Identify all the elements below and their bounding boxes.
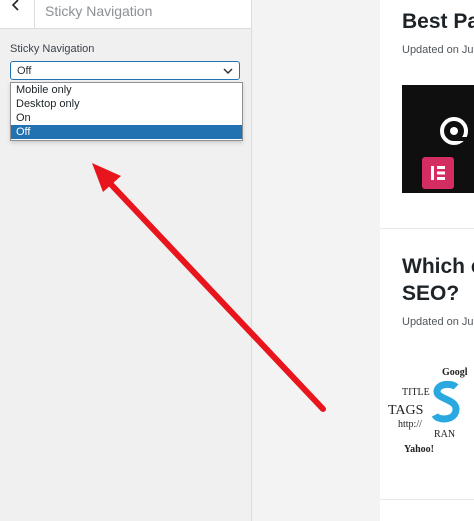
chevron-left-icon: [11, 0, 19, 11]
customizer-panel: Sticky Navigation Sticky Navigation Off …: [0, 0, 252, 521]
preview-content: Best Pa Updated on Jur Which c SEO? Upda…: [380, 0, 474, 521]
post-thumbnail[interactable]: [402, 85, 474, 193]
post-divider: [380, 228, 474, 229]
elementor-icon: [422, 157, 454, 189]
post-title[interactable]: Which c: [402, 253, 474, 280]
post-title-line2[interactable]: SEO?: [402, 280, 459, 307]
select-current-value: Off: [17, 65, 32, 77]
seo-letter-graphic: [432, 381, 460, 423]
seo-word: http://: [398, 419, 422, 430]
seo-word: Yahoo!: [404, 444, 435, 455]
back-button[interactable]: [0, 0, 35, 28]
seo-word: TITLE: [402, 387, 430, 398]
option-mobile-only[interactable]: Mobile only: [11, 83, 242, 97]
site-preview: Best Pa Updated on Jur Which c SEO? Upda…: [252, 0, 474, 521]
sticky-navigation-label: Sticky Navigation: [10, 43, 95, 55]
option-off[interactable]: Off: [11, 125, 242, 139]
post-meta: Updated on Jur: [402, 316, 474, 328]
post-title[interactable]: Best Pa: [402, 8, 474, 35]
seo-word: Googl: [442, 367, 468, 378]
seo-word: TAGS: [388, 403, 424, 418]
logo-icon: [440, 117, 470, 145]
post-meta: Updated on Jur: [402, 44, 474, 56]
sticky-navigation-select[interactable]: Off: [10, 61, 240, 80]
chevron-down-icon: [223, 68, 233, 75]
option-desktop-only[interactable]: Desktop only: [11, 97, 242, 111]
seo-word: RAN: [434, 429, 456, 440]
post-divider: [380, 499, 474, 500]
panel-header: Sticky Navigation: [0, 0, 251, 29]
select-dropdown-list: Mobile only Desktop only On Off: [10, 82, 243, 141]
panel-title: Sticky Navigation: [45, 3, 153, 19]
option-on[interactable]: On: [11, 111, 242, 125]
seo-word-cloud-image[interactable]: Googl TITLE TAGS http:// RAN Yahoo!: [388, 355, 474, 465]
